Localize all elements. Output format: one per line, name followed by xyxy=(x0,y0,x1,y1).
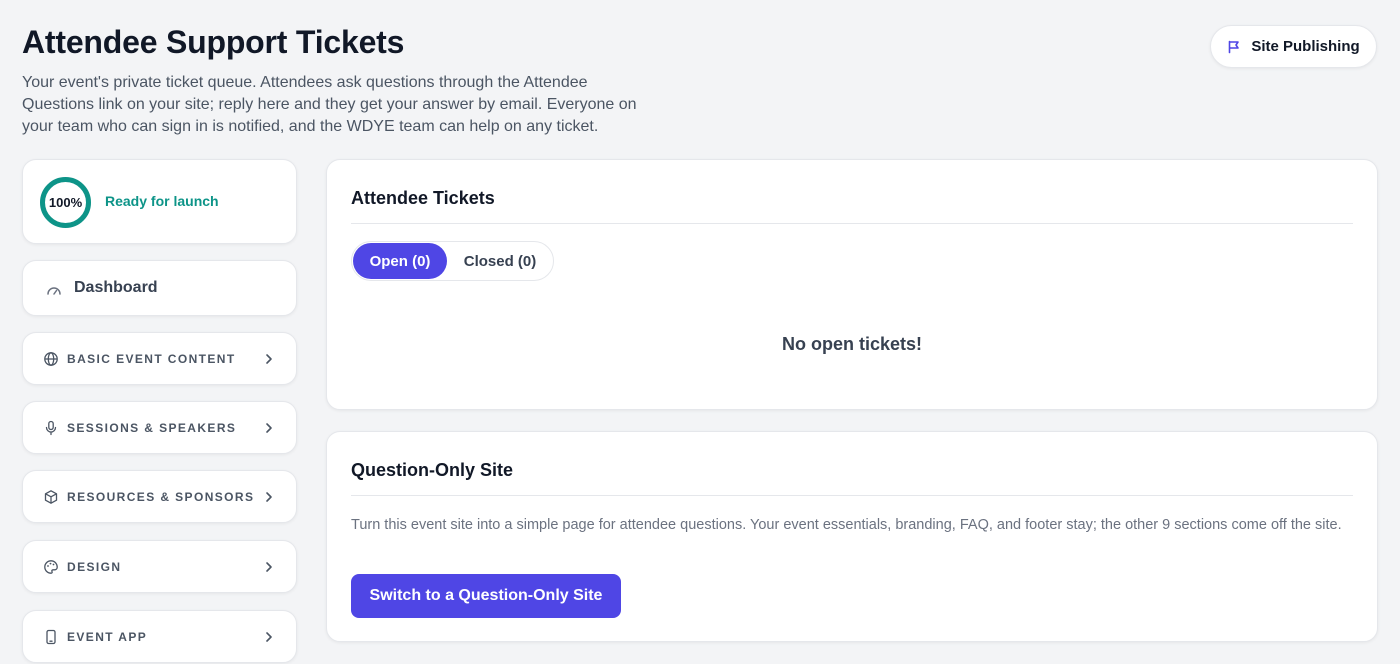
tab-open[interactable]: Open (0) xyxy=(353,243,447,279)
sidebar-item-label: SESSIONS & SPEAKERS xyxy=(67,421,237,435)
sidebar-item-resources-sponsors[interactable]: RESOURCES & SPONSORS xyxy=(22,470,297,523)
palette-icon xyxy=(43,559,59,575)
launch-status: Ready for launch xyxy=(105,193,219,209)
sidebar-item-label: EVENT APP xyxy=(67,630,148,644)
box-icon xyxy=(43,489,59,505)
phone-icon xyxy=(43,629,59,645)
chevron-right-icon xyxy=(262,630,276,644)
attendee-tickets-card: Attendee Tickets Open (0) Closed (0) No … xyxy=(326,159,1378,410)
progress-percent: 100% xyxy=(48,195,83,210)
sidebar-item-label: BASIC EVENT CONTENT xyxy=(67,352,236,366)
page-title: Attendee Support Tickets xyxy=(22,24,405,60)
flag-icon xyxy=(1227,40,1241,54)
question-only-description: Turn this event site into a simple page … xyxy=(351,517,1342,533)
chevron-right-icon xyxy=(262,560,276,574)
switch-question-only-button[interactable]: Switch to a Question-Only Site xyxy=(351,574,621,618)
ticket-tabs: Open (0) Closed (0) xyxy=(351,241,554,281)
chevron-right-icon xyxy=(262,490,276,504)
gauge-icon xyxy=(45,281,63,299)
question-only-title: Question-Only Site xyxy=(351,460,514,480)
sidebar-item-design[interactable]: DESIGN xyxy=(22,540,297,593)
sidebar-item-event-app[interactable]: EVENT APP xyxy=(22,610,297,663)
sidebar-item-basic-event-content[interactable]: BASIC EVENT CONTENT xyxy=(22,332,297,385)
site-publishing-label: Site Publishing xyxy=(1251,38,1360,55)
tab-closed[interactable]: Closed (0) xyxy=(449,243,551,279)
chevron-right-icon xyxy=(262,421,276,435)
site-publishing-button[interactable]: Site Publishing xyxy=(1210,25,1377,68)
chevron-right-icon xyxy=(262,352,276,366)
question-only-site-card: Question-Only Site Turn this event site … xyxy=(326,431,1378,642)
microphone-icon xyxy=(43,420,59,436)
sidebar-item-dashboard[interactable]: Dashboard xyxy=(22,260,297,316)
empty-state-message: No open tickets! xyxy=(781,334,923,354)
globe-icon xyxy=(43,351,59,367)
sidebar-item-label: Dashboard xyxy=(74,279,158,296)
sidebar-item-label: DESIGN xyxy=(67,560,122,574)
sidebar-item-sessions-speakers[interactable]: SESSIONS & SPEAKERS xyxy=(22,401,297,454)
launch-progress-card: 100% Ready for launch xyxy=(22,159,297,244)
sidebar-item-label: RESOURCES & SPONSORS xyxy=(67,490,255,504)
divider xyxy=(351,495,1353,496)
page-subtitle: Your event's private ticket queue. Atten… xyxy=(22,74,637,135)
divider xyxy=(351,223,1353,224)
tickets-title: Attendee Tickets xyxy=(351,188,495,208)
